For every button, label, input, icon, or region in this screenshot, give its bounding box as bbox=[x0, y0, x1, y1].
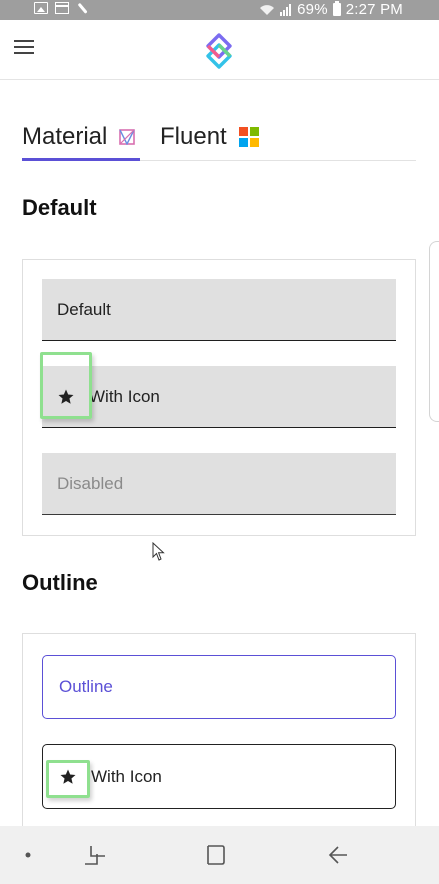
fluent-logo-icon bbox=[238, 127, 259, 147]
nav-dot-icon bbox=[20, 838, 36, 872]
disabled-button: Disabled bbox=[42, 453, 396, 515]
status-notification-icons bbox=[34, 2, 90, 14]
status-system-icons: 69% 2:27 PM bbox=[259, 1, 403, 18]
signal-icon bbox=[280, 3, 292, 16]
mouse-cursor-icon bbox=[152, 542, 165, 561]
section-title-outline: Outline bbox=[22, 570, 98, 595]
with-icon-button-label: With Icon bbox=[89, 386, 160, 406]
status-time: 2:27 PM bbox=[345, 1, 403, 18]
default-button[interactable]: Default bbox=[42, 279, 396, 341]
section-title-default: Default bbox=[22, 195, 97, 220]
hamburger-icon[interactable] bbox=[14, 40, 34, 54]
outline-button[interactable]: Outline bbox=[42, 655, 396, 719]
page-content: WinUI/Uno.UI Material Fluent Default Def… bbox=[0, 0, 439, 884]
material-logo-icon bbox=[119, 129, 136, 145]
tab-material[interactable]: Material bbox=[22, 121, 136, 153]
navigation-bar bbox=[0, 826, 439, 884]
battery-percent: 69% bbox=[297, 1, 328, 18]
tab-fluent-label: Fluent bbox=[160, 123, 227, 150]
with-icon-button[interactable]: With Icon bbox=[42, 366, 396, 428]
image-icon bbox=[34, 2, 48, 14]
battery-icon bbox=[332, 1, 341, 16]
outline-with-icon-button-label: With Icon bbox=[91, 766, 162, 786]
outline-button-label: Outline bbox=[59, 677, 113, 696]
wifi-icon bbox=[260, 4, 275, 15]
focus-highlight bbox=[40, 352, 92, 419]
outline-buttons-card: Outline With Icon bbox=[22, 633, 416, 833]
tab-material-label: Material bbox=[22, 123, 108, 150]
back-icon bbox=[328, 846, 347, 864]
status-bar: 69% 2:27 PM bbox=[0, 0, 439, 20]
recents-icon bbox=[85, 846, 105, 865]
theme-tabs: Material Fluent bbox=[22, 118, 416, 161]
calendar-icon bbox=[55, 2, 69, 14]
disabled-button-label: Disabled bbox=[57, 473, 124, 493]
recents-button[interactable] bbox=[80, 838, 110, 872]
uno-platform-logo bbox=[206, 33, 232, 69]
home-icon bbox=[207, 845, 225, 865]
default-button-label: Default bbox=[57, 299, 111, 319]
tool-icon bbox=[74, 0, 92, 17]
focus-highlight bbox=[46, 760, 90, 798]
home-button[interactable] bbox=[200, 838, 230, 872]
tab-fluent[interactable]: Fluent bbox=[160, 121, 259, 153]
outline-with-icon-button[interactable]: With Icon bbox=[42, 744, 396, 809]
back-button[interactable] bbox=[323, 838, 353, 872]
selected-tab-indicator bbox=[22, 158, 140, 161]
side-panel-handle[interactable] bbox=[429, 241, 439, 422]
app-header bbox=[0, 20, 439, 80]
default-buttons-card: Default With Icon Disabled bbox=[22, 259, 416, 536]
